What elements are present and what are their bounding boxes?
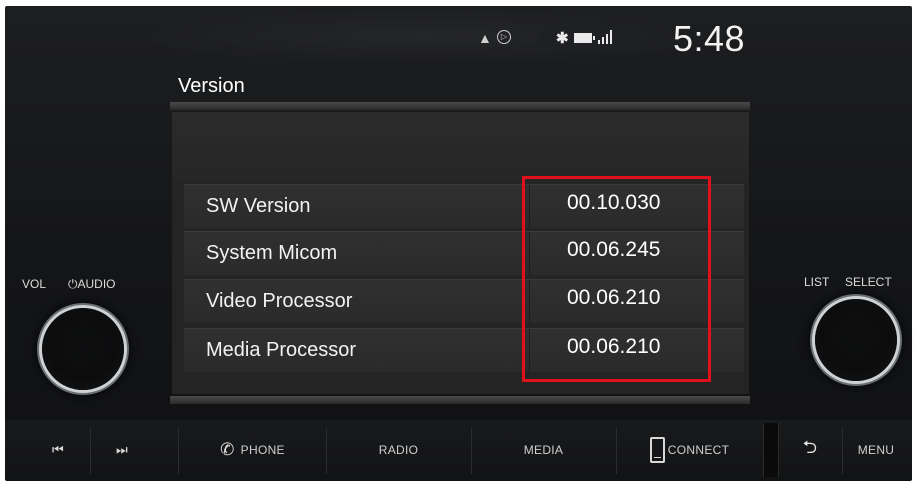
back-button[interactable]: ⮌ bbox=[780, 424, 840, 476]
phone-icon: ✆ bbox=[220, 440, 235, 459]
battery-icon bbox=[574, 33, 595, 43]
next-track-button[interactable]: ⏭ bbox=[92, 424, 152, 476]
audio-label: ⏻AUDIO bbox=[68, 277, 116, 291]
connect-button[interactable]: CONNECT bbox=[617, 424, 762, 476]
select-label: SELECT bbox=[845, 275, 892, 289]
row-label: System Micom bbox=[206, 242, 338, 264]
bluetooth-icon: ✱ bbox=[556, 30, 569, 47]
media-slot bbox=[763, 423, 779, 477]
smartphone-icon bbox=[649, 437, 665, 463]
highlight-box bbox=[522, 176, 711, 382]
row-label: Video Processor bbox=[206, 290, 353, 312]
clock-time: 5:48 bbox=[673, 18, 746, 59]
connect-label: CONNECT bbox=[667, 443, 730, 457]
back-arrow-icon: ⮌ bbox=[802, 437, 818, 457]
media-label: MEDIA bbox=[523, 443, 564, 457]
signal-strength-icon bbox=[598, 30, 618, 44]
phone-button[interactable]: ✆ PHONE bbox=[180, 424, 325, 476]
page-title: Version bbox=[178, 75, 245, 97]
row-label: SW Version bbox=[206, 195, 311, 217]
select-knob[interactable] bbox=[815, 299, 897, 381]
list-label: LIST bbox=[804, 275, 830, 289]
row-label: Media Processor bbox=[206, 339, 357, 361]
panel-bottom-divider bbox=[170, 396, 750, 404]
radio-label: RADIO bbox=[378, 443, 419, 457]
menu-label: MENU bbox=[857, 443, 895, 457]
previous-track-icon: ⏮ bbox=[52, 442, 64, 457]
media-source-icon: ▷ bbox=[497, 30, 511, 44]
radio-button[interactable]: RADIO bbox=[327, 424, 470, 476]
next-track-icon: ⏭ bbox=[116, 442, 128, 457]
menu-button[interactable]: MENU bbox=[843, 424, 909, 476]
navigation-arrow-icon: ▲ bbox=[478, 30, 492, 46]
phone-label: PHONE bbox=[240, 443, 285, 457]
previous-track-button[interactable]: ⏮ bbox=[28, 424, 88, 476]
divider bbox=[178, 428, 179, 474]
panel-empty-area bbox=[172, 112, 749, 182]
volume-knob[interactable] bbox=[42, 308, 124, 390]
divider bbox=[90, 428, 91, 474]
title-divider bbox=[170, 102, 750, 110]
media-button[interactable]: MEDIA bbox=[472, 424, 615, 476]
vol-label: VOL bbox=[22, 277, 47, 291]
